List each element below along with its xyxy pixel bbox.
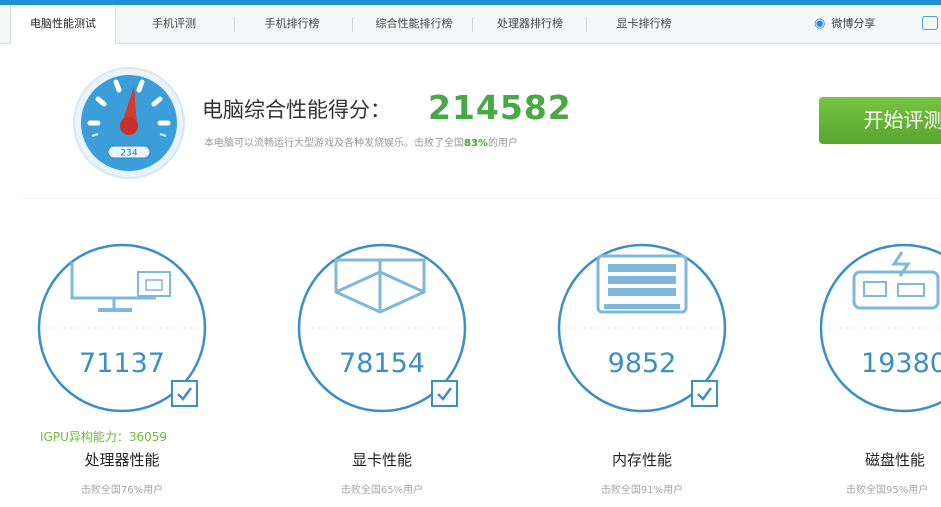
check-icon <box>177 387 193 401</box>
tab-overall-ranking[interactable]: 综合性能排行榜 <box>358 5 470 43</box>
tab-separator <box>472 17 473 32</box>
memory-chip-icon <box>596 254 688 314</box>
disk-circle <box>819 243 941 413</box>
speedometer-gauge-icon: 234 <box>73 67 185 179</box>
check-icon <box>697 387 713 401</box>
memory-label: 内存性能 <box>611 451 672 469</box>
disk-score: 19380 <box>861 348 941 379</box>
tab-separator <box>586 17 587 32</box>
tab-phone-ranking[interactable]: 手机排行榜 <box>240 5 344 43</box>
overall-score-title: 电脑综合性能得分： <box>202 98 391 122</box>
description-text: 本电脑可以流畅运行大型游戏及各种发烧娱乐。击败了全国 <box>204 138 464 149</box>
tab-pc-test[interactable]: 电脑性能测试 <box>10 5 116 44</box>
gpu-checkbox[interactable] <box>431 380 458 407</box>
description-suffix: 的用户 <box>487 138 518 149</box>
memory-beat-text: 击败全国91%用户 <box>600 485 684 496</box>
overall-score-description: 本电脑可以流畅运行大型游戏及各种发烧娱乐。击败了全国83%的用户 <box>204 134 518 149</box>
disk-label: 磁盘性能 <box>865 451 926 469</box>
igpu-capability: IGPU异构能力：36059 <box>40 430 168 444</box>
tab-cpu-ranking[interactable]: 处理器排行榜 <box>478 5 582 43</box>
overall-score-value: 214582 <box>428 88 572 127</box>
disk-beat-text: 击败全国95%用户 <box>846 485 929 496</box>
weibo-icon: ◉ <box>814 16 826 31</box>
tab-separator <box>352 17 353 32</box>
cpu-beat-text: 击败全国76%用户 <box>80 485 164 496</box>
beat-percentage: 83% <box>464 138 488 149</box>
gpu-beat-text: 击败全国65%用户 <box>340 485 424 496</box>
tab-separator <box>234 17 235 32</box>
cube-icon <box>334 258 426 314</box>
tab-bar: 电脑性能测试 手机评测 手机排行榜 综合性能排行榜 处理器排行榜 显卡排行榜 <box>0 5 941 44</box>
gpu-score: 78154 <box>339 348 425 379</box>
memory-checkbox[interactable] <box>691 380 718 407</box>
check-icon <box>437 387 453 401</box>
section-divider <box>22 198 941 199</box>
memory-score: 9852 <box>607 348 677 379</box>
disk-score-card: 19380 <box>818 242 941 414</box>
start-benchmark-button[interactable]: 开始评测 <box>819 97 941 144</box>
hard-disk-icon <box>852 251 940 310</box>
gpu-label: 显卡性能 <box>351 451 412 469</box>
cpu-checkbox[interactable] <box>171 380 198 407</box>
tab-gpu-ranking[interactable]: 显卡排行榜 <box>592 5 696 43</box>
gauge-counter: 234 <box>120 149 137 159</box>
weibo-share-button[interactable]: ◉ 微博分享 <box>814 5 875 43</box>
weibo-share-label: 微博分享 <box>831 17 876 30</box>
camera-icon[interactable] <box>922 16 938 30</box>
cpu-score: 71137 <box>79 348 165 379</box>
monitor-icon <box>70 262 171 312</box>
tab-phone-review[interactable]: 手机评测 <box>122 5 226 43</box>
cpu-label: 处理器性能 <box>84 451 160 469</box>
